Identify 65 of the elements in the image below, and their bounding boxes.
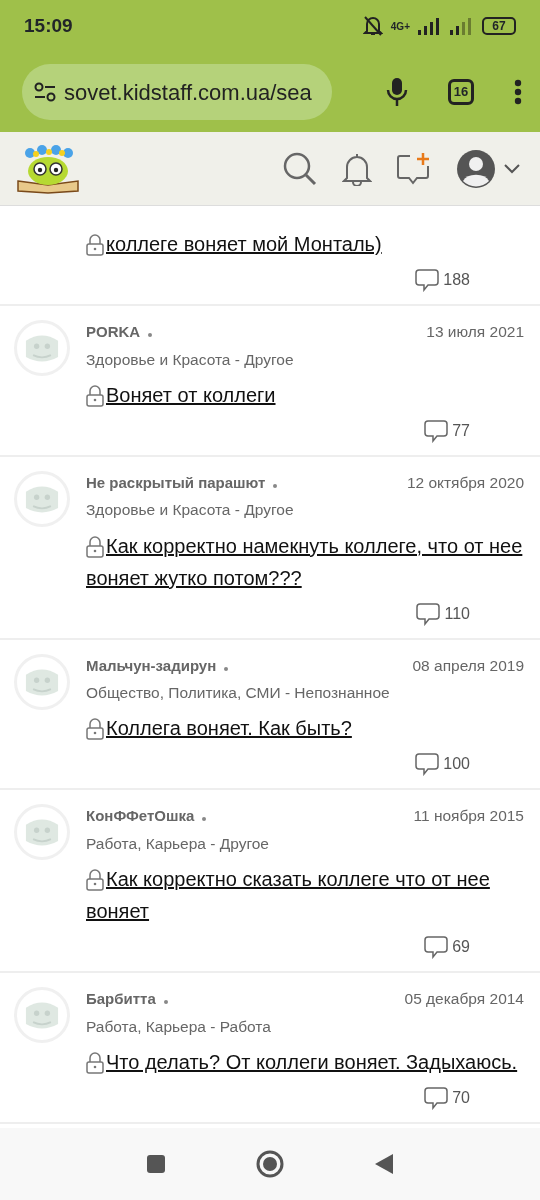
topic-title-link[interactable]: Коллега воняет. Как быть?	[86, 712, 524, 745]
url-text: sovet.kidstaff.com.ua/sea	[64, 78, 312, 107]
back-button[interactable]	[374, 1153, 394, 1175]
notification-bell-icon[interactable]	[342, 151, 372, 186]
comment-icon	[424, 935, 449, 959]
topic-date: 12 октября 2020	[406, 472, 524, 493]
comment-count: 69	[452, 937, 470, 957]
avatar-icon	[14, 987, 70, 1043]
new-message-icon[interactable]	[396, 151, 432, 186]
network-label: 4G+	[390, 19, 410, 34]
author-name[interactable]: Мальчун-задирун	[86, 654, 217, 677]
dot-icon	[224, 666, 229, 671]
comment-icon	[424, 418, 449, 443]
battery-icon: 67	[482, 17, 516, 35]
search-icon[interactable]	[282, 150, 318, 187]
topic-category: Здоровье и Красота - Другое	[86, 500, 295, 521]
dot-icon	[202, 817, 207, 822]
topic-title-link[interactable]: Что делать? От коллеги воняет. Задыхаюсь.	[86, 1045, 524, 1078]
author-name[interactable]: Не раскрытый парашют	[86, 471, 266, 495]
topic-category: Работа, Карьера - Работа	[86, 1016, 272, 1037]
comment-icon	[415, 752, 440, 777]
author-name[interactable]: Барбитта	[86, 988, 156, 1011]
author-name[interactable]: PORKA	[86, 321, 141, 344]
topic-date: 13 июля 2021	[426, 322, 524, 342]
comment-icon	[424, 1085, 449, 1110]
signal-icon	[418, 17, 442, 35]
avatar-icon	[14, 653, 70, 710]
author-name[interactable]: КонФФетОшка	[86, 805, 195, 828]
site-settings-icon[interactable]	[34, 82, 56, 102]
topic-date: 08 апреля 2019	[412, 655, 524, 676]
topic-date: 05 декабря 2014	[404, 989, 524, 1009]
logo-drawing[interactable]	[16, 142, 80, 195]
topic-category: Общество, Политика, СМИ - Непознанное	[86, 683, 391, 703]
avatar-icon	[14, 804, 70, 861]
dot-icon	[163, 1000, 168, 1004]
user-menu[interactable]	[456, 148, 520, 189]
signal-icon	[450, 17, 474, 35]
home-button[interactable]	[256, 1150, 284, 1178]
avatar-icon[interactable]	[456, 148, 496, 189]
caret-icon[interactable]	[504, 163, 520, 174]
microphone-icon[interactable]	[386, 77, 408, 107]
topic-title-link[interactable]: Как корректно намекнуть коллеге, что от нее воняет жутко потом???	[86, 529, 524, 594]
comment-count: 188	[443, 270, 470, 290]
avatar-icon	[14, 470, 70, 527]
topic-date: 11 ноября 2015	[413, 806, 524, 827]
topic-title-link[interactable]: Как корректно сказать коллеге что от нее воняет	[86, 863, 524, 927]
menu-icon[interactable]	[514, 79, 522, 105]
muted-bell-icon	[362, 15, 383, 37]
topic-title-link[interactable]: Воняет от коллеги	[86, 378, 524, 411]
topic-category: Работа, Карьера - Другое	[86, 833, 270, 854]
comment-count: 70	[452, 1087, 470, 1108]
dot-icon	[148, 333, 153, 337]
dot-icon	[273, 483, 278, 488]
comment-count: 110	[444, 603, 470, 624]
topic-category: Здоровье и Красота - Другое	[86, 349, 295, 370]
recent-apps-button[interactable]	[146, 1154, 166, 1174]
topic-title-link[interactable]: коллеге воняет мой Монталь)	[86, 228, 524, 260]
tabs-button[interactable]: 16	[448, 79, 474, 105]
avatar-icon	[14, 320, 70, 376]
comment-icon	[415, 268, 440, 292]
comment-icon	[416, 601, 441, 626]
comment-count: 100	[443, 754, 470, 775]
comment-count: 77	[452, 420, 470, 441]
clock-time: 15:09	[24, 13, 73, 38]
address-bar[interactable]: sovet.kidstaff.com.ua/sea	[22, 64, 332, 120]
